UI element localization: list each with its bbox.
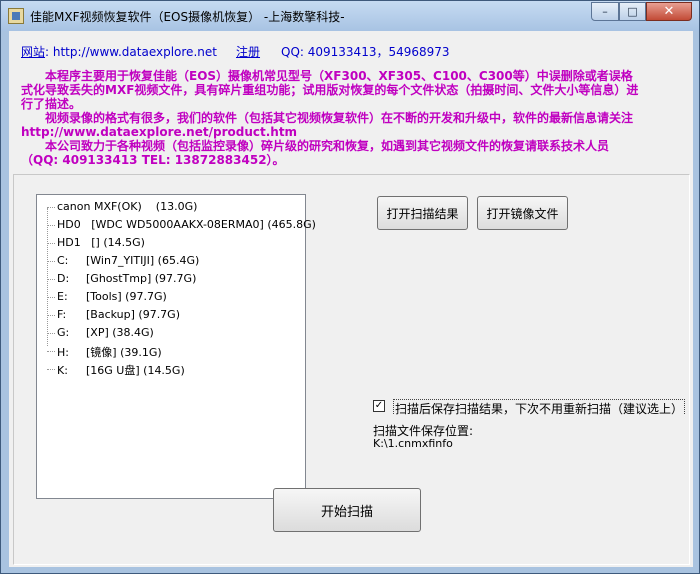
tree-item-detail: [WDC WD5000AAKX-08ERMA0] (465.8G) xyxy=(91,218,316,231)
register-link[interactable]: 注册 xyxy=(236,43,260,60)
website-label: 网站 xyxy=(21,45,46,59)
tree-item-detail: [GhostTmp] (97.7G) xyxy=(86,272,197,285)
tree-item-detail: [Tools] (97.7G) xyxy=(86,290,167,303)
website-link[interactable]: 网站: http://www.dataexplore.net xyxy=(21,43,217,60)
tree-item-label: D: xyxy=(57,272,70,285)
tree-item-detail: [16G U盘] (14.5G) xyxy=(86,364,185,377)
tree-item-label: canon MXF(OK) xyxy=(57,200,142,213)
close-button[interactable]: ✕ xyxy=(646,2,692,21)
drive-tree[interactable]: canon MXF(OK) (13.0G) HD0 [WDC WD5000AAK… xyxy=(36,194,316,499)
tree-item-label: F: xyxy=(57,308,67,321)
tree-item-label: H: xyxy=(57,346,69,359)
open-image-file-button[interactable]: 打开镜像文件 xyxy=(477,196,568,230)
save-location-path: K:\1.cnmxfinfo xyxy=(373,437,453,450)
website-url: : http://www.dataexplore.net xyxy=(45,45,217,59)
save-scan-result-label[interactable]: 扫描后保存扫描结果，下次不用重新扫描（建议选上） xyxy=(393,399,686,415)
tree-item-label: C: xyxy=(57,254,69,267)
tree-item-label: HD1 xyxy=(57,236,81,249)
tree-item-detail: [Win7_YITIJI] (65.4G) xyxy=(86,254,200,267)
tree-item-label: K: xyxy=(57,364,68,377)
save-scan-result-checkbox[interactable]: ✓ xyxy=(373,400,385,412)
tree-item-detail: [XP] (38.4G) xyxy=(86,326,154,339)
tree-item-detail: [Backup] (97.7G) xyxy=(86,308,180,321)
client-area: 网站: http://www.dataexplore.net 注册 QQ: 40… xyxy=(9,31,693,567)
description-paragraph: 本公司致力于各种视频（包括监控录像）碎片级的研究和恢复，如遇到其它视频文件的恢复… xyxy=(21,139,610,167)
qq-contact: QQ: 409133413，54968973 xyxy=(281,45,450,59)
title-bar[interactable]: 佳能MXF视频恢复软件（EOS摄像机恢复） -上海数擎科技- – □ ✕ xyxy=(1,1,699,31)
description-paragraph: 本程序主要用于恢复佳能（EOS）摄像机常见型号（XF300、XF305、C100… xyxy=(21,69,639,111)
description-paragraph: 视频录像的格式有很多，我们的软件（包括其它视频恢复软件）在不断的开发和升级中，软… xyxy=(21,111,634,139)
tree-item-label: HD0 xyxy=(57,218,81,231)
minimize-button[interactable]: – xyxy=(591,2,619,21)
tree-item-label: E: xyxy=(57,290,68,303)
tree-item-label: G: xyxy=(57,326,70,339)
tree-item-detail: [] (14.5G) xyxy=(91,236,145,249)
description-text: 本程序主要用于恢复佳能（EOS）摄像机常见型号（XF300、XF305、C100… xyxy=(21,69,641,167)
start-scan-button[interactable]: 开始扫描 xyxy=(273,488,421,532)
app-icon xyxy=(8,8,24,24)
save-scan-result-option[interactable]: ✓ 扫描后保存扫描结果，下次不用重新扫描（建议选上） xyxy=(373,399,689,415)
tree-item-detail: (13.0G) xyxy=(155,200,198,213)
app-window: 佳能MXF视频恢复软件（EOS摄像机恢复） -上海数擎科技- – □ ✕ 网站:… xyxy=(0,0,700,574)
window-title: 佳能MXF视频恢复软件（EOS摄像机恢复） -上海数擎科技- xyxy=(30,10,345,24)
tree-item-detail: [镜像] (39.1G) xyxy=(86,346,162,359)
open-scan-result-button[interactable]: 打开扫描结果 xyxy=(377,196,468,230)
maximize-button[interactable]: □ xyxy=(619,2,646,21)
tree-connector-line xyxy=(47,208,48,346)
